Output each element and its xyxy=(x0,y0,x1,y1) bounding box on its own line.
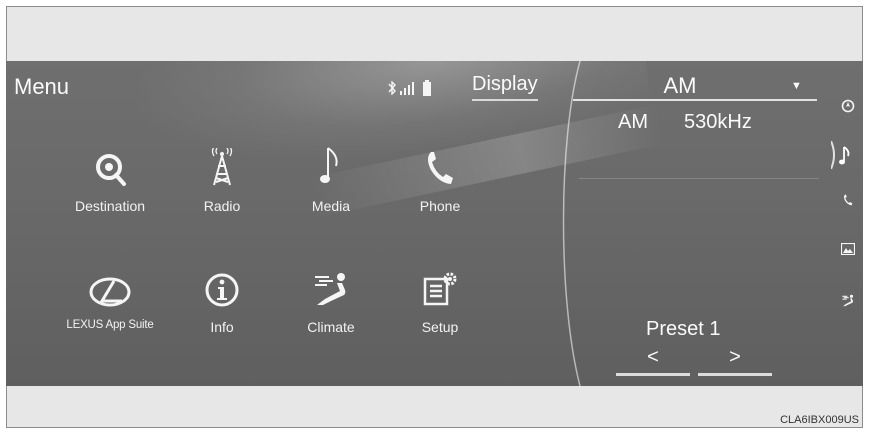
side-nav-picture[interactable] xyxy=(832,243,863,255)
media-label: Media xyxy=(311,198,351,214)
radio-button[interactable]: Radio xyxy=(172,136,272,214)
lexus-logo-icon xyxy=(60,257,160,307)
phone-button[interactable]: Phone xyxy=(390,136,490,214)
climate-button[interactable]: Climate xyxy=(281,257,381,335)
frequency-value: 530kHz xyxy=(684,111,752,133)
destination-button[interactable]: Destination xyxy=(60,136,160,214)
destination-label: Destination xyxy=(74,198,146,214)
side-nav-phone[interactable] xyxy=(832,194,863,206)
battery-icon xyxy=(422,80,432,96)
media-button[interactable]: Media xyxy=(281,136,381,214)
band-label: AM xyxy=(618,111,648,133)
climate-icon xyxy=(281,257,381,307)
radio-label: Radio xyxy=(203,198,241,214)
preset-label: Preset 1 xyxy=(646,318,721,340)
music-note-icon xyxy=(830,141,853,169)
setup-button[interactable]: Setup xyxy=(390,257,490,335)
menu-title: Menu xyxy=(14,74,70,99)
side-nav xyxy=(830,61,863,386)
info-button[interactable]: Info xyxy=(172,257,272,335)
info-icon xyxy=(172,257,272,307)
destination-icon xyxy=(60,136,160,186)
side-nav-media[interactable] xyxy=(826,141,857,169)
infotainment-screen: Menu Display Destination Radio Media Pho… xyxy=(6,61,863,386)
figure-code: CLA6IBX009US xyxy=(780,414,859,426)
preset-prev-button[interactable]: < xyxy=(616,345,690,376)
side-nav-navigation[interactable] xyxy=(832,99,863,113)
music-note-icon xyxy=(281,136,381,186)
climate-icon xyxy=(841,294,855,307)
setup-label: Setup xyxy=(421,319,459,335)
source-selector[interactable]: AM ▼ xyxy=(573,73,817,101)
lexus-app-suite-label: LEXUS App Suite xyxy=(66,319,154,331)
phone-icon xyxy=(390,136,490,186)
phone-label: Phone xyxy=(419,198,461,214)
radio-tower-icon xyxy=(172,136,272,186)
navigation-icon xyxy=(841,99,855,113)
panel-divider-curve xyxy=(562,61,581,386)
preset-next-button[interactable]: > xyxy=(698,345,772,376)
phone-icon xyxy=(842,194,854,206)
side-nav-climate[interactable] xyxy=(832,294,863,307)
picture-icon xyxy=(840,243,855,255)
display-button[interactable]: Display xyxy=(472,73,538,101)
lexus-app-suite-button[interactable]: LEXUS App Suite xyxy=(60,257,160,331)
signal-icon xyxy=(400,81,418,95)
setup-icon xyxy=(390,257,490,307)
source-title: AM xyxy=(663,73,697,98)
dropdown-arrow-icon: ▼ xyxy=(791,80,802,92)
bluetooth-icon xyxy=(388,81,396,95)
status-icons xyxy=(388,78,432,98)
info-label: Info xyxy=(210,319,234,335)
climate-label: Climate xyxy=(307,319,355,335)
station-divider xyxy=(579,178,819,179)
